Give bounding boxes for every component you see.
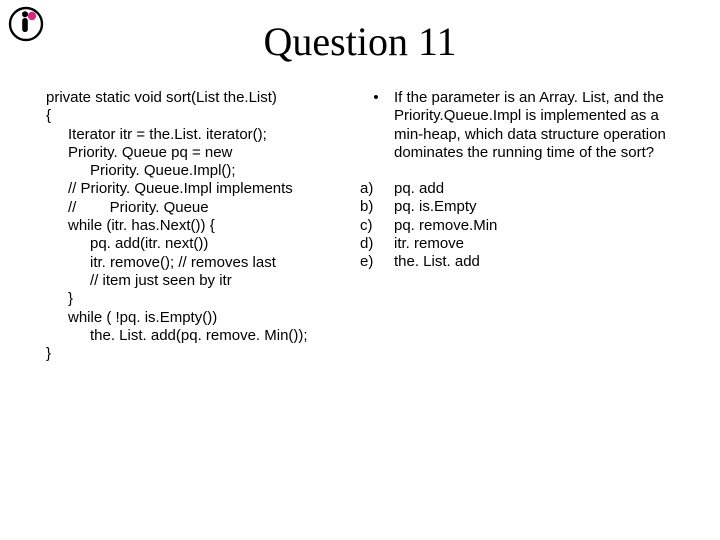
question-text: If the parameter is an Array. List, and … bbox=[394, 89, 680, 162]
code-line: // Priority. Queue.Impl implements bbox=[46, 180, 346, 198]
question-area: • If the parameter is an Array. List, an… bbox=[346, 89, 680, 363]
code-line: private static void sort(List the.List) bbox=[46, 89, 346, 107]
content-area: private static void sort(List the.List) … bbox=[0, 89, 720, 363]
option-d: d) itr. remove bbox=[358, 235, 680, 253]
code-line: // Priority. Queue bbox=[46, 199, 346, 217]
option-text: pq. is.Empty bbox=[394, 198, 680, 216]
logo-icon bbox=[8, 6, 44, 42]
option-e: e) the. List. add bbox=[358, 253, 680, 271]
option-text: pq. add bbox=[394, 180, 680, 198]
page-title: Question 11 bbox=[0, 0, 720, 89]
code-line: Priority. Queue pq = new bbox=[46, 144, 346, 162]
option-text: the. List. add bbox=[394, 253, 680, 271]
bullet-icon: • bbox=[358, 89, 394, 162]
code-line: the. List. add(pq. remove. Min()); bbox=[46, 327, 346, 345]
code-line: pq. add(itr. next()) bbox=[46, 235, 346, 253]
code-block: private static void sort(List the.List) … bbox=[46, 89, 346, 363]
code-line: while (itr. has.Next()) { bbox=[46, 217, 346, 235]
option-marker: c) bbox=[358, 217, 394, 235]
option-c: c) pq. remove.Min bbox=[358, 217, 680, 235]
code-line: { bbox=[46, 107, 346, 125]
code-line: // item just seen by itr bbox=[46, 272, 346, 290]
code-line: } bbox=[46, 290, 346, 308]
option-marker: d) bbox=[358, 235, 394, 253]
options-list: a) pq. add b) pq. is.Empty c) pq. remove… bbox=[358, 180, 680, 271]
code-line: Priority. Queue.Impl(); bbox=[46, 162, 346, 180]
option-marker: b) bbox=[358, 198, 394, 216]
option-marker: a) bbox=[358, 180, 394, 198]
option-text: pq. remove.Min bbox=[394, 217, 680, 235]
option-b: b) pq. is.Empty bbox=[358, 198, 680, 216]
code-line: while ( !pq. is.Empty()) bbox=[46, 309, 346, 327]
code-line: itr. remove(); // removes last bbox=[46, 254, 346, 272]
option-marker: e) bbox=[358, 253, 394, 271]
code-line: } bbox=[46, 345, 346, 363]
option-text: itr. remove bbox=[394, 235, 680, 253]
question-row: • If the parameter is an Array. List, an… bbox=[358, 89, 680, 162]
option-a: a) pq. add bbox=[358, 180, 680, 198]
code-line: Iterator itr = the.List. iterator(); bbox=[46, 126, 346, 144]
